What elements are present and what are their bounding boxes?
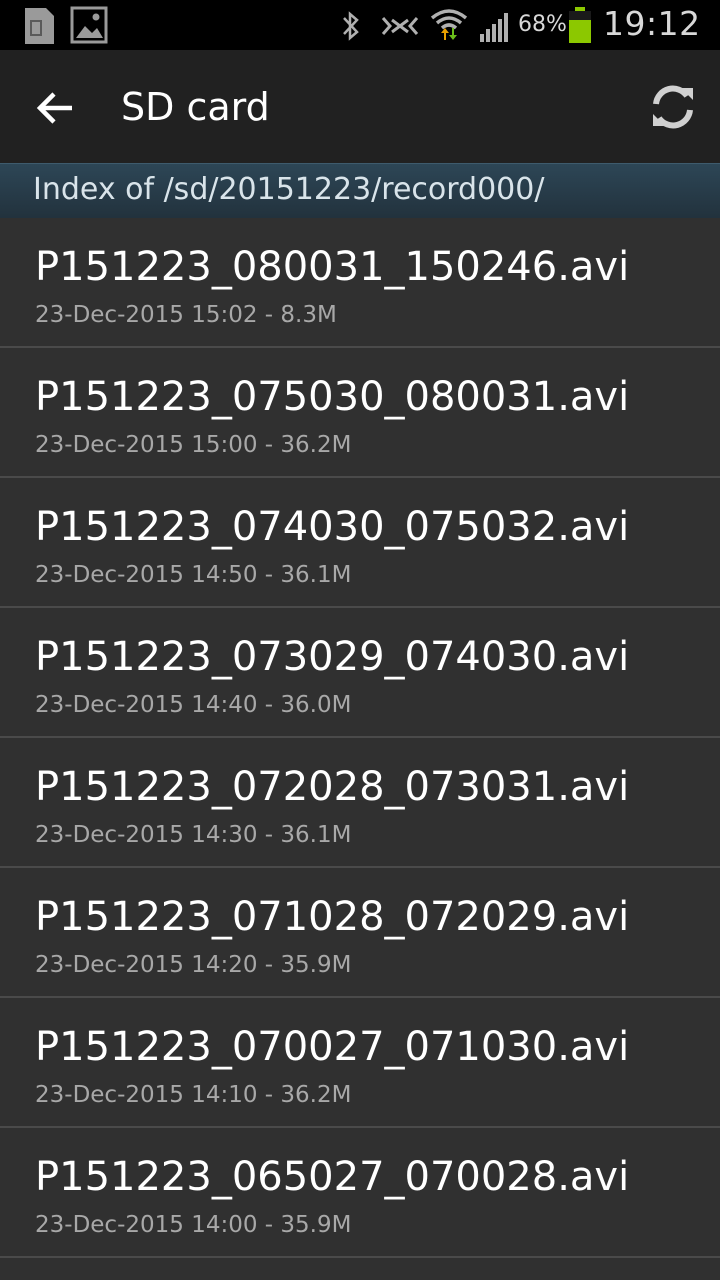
file-meta: 23-Dec-2015 14:30 - 36.1M xyxy=(35,822,352,848)
refresh-button[interactable] xyxy=(636,70,710,144)
file-list-item[interactable]: P151223_071028_072029.avi 23-Dec-2015 14… xyxy=(0,868,720,998)
file-list-item[interactable]: P151223_072028_073031.avi 23-Dec-2015 14… xyxy=(0,738,720,868)
file-list-item[interactable]: P151223_070027_071030.avi 23-Dec-2015 14… xyxy=(0,998,720,1128)
file-meta: 23-Dec-2015 15:00 - 36.2M xyxy=(35,432,352,458)
back-button[interactable] xyxy=(20,72,92,144)
file-meta: 23-Dec-2015 15:02 - 8.3M xyxy=(35,302,337,328)
nfc-icon xyxy=(381,17,419,35)
refresh-icon xyxy=(653,85,693,129)
file-name: P151223_070027_071030.avi xyxy=(35,1024,630,1070)
file-meta: 23-Dec-2015 14:50 - 36.1M xyxy=(35,562,352,588)
file-name: P151223_071028_072029.avi xyxy=(35,894,630,940)
file-name: P151223_080031_150246.avi xyxy=(35,244,630,290)
back-arrow-icon xyxy=(36,92,72,124)
wifi-icon xyxy=(430,9,468,40)
path-text: Index of /sd/20151223/record000/ xyxy=(33,172,545,207)
signal-icon xyxy=(480,13,508,42)
file-name: P151223_074030_075032.avi xyxy=(35,504,630,550)
page-title: SD card xyxy=(121,85,270,129)
action-bar: SD card xyxy=(0,50,720,163)
file-meta: 23-Dec-2015 14:00 - 35.9M xyxy=(35,1212,352,1238)
clock: 19:12 xyxy=(603,4,701,43)
file-list-item[interactable]: P151223_074030_075032.avi 23-Dec-2015 14… xyxy=(0,478,720,608)
battery-icon xyxy=(569,7,591,43)
sim-card-icon xyxy=(25,8,54,44)
file-list: P151223_080031_150246.avi 23-Dec-2015 15… xyxy=(0,218,720,1258)
path-header: Index of /sd/20151223/record000/ xyxy=(0,163,720,218)
file-list-item[interactable]: P151223_080031_150246.avi 23-Dec-2015 15… xyxy=(0,218,720,348)
file-list-item[interactable]: P151223_065027_070028.avi 23-Dec-2015 14… xyxy=(0,1128,720,1258)
file-name: P151223_065027_070028.avi xyxy=(35,1154,630,1200)
file-meta: 23-Dec-2015 14:10 - 36.2M xyxy=(35,1082,352,1108)
file-name: P151223_075030_080031.avi xyxy=(35,374,630,420)
file-meta: 23-Dec-2015 14:20 - 35.9M xyxy=(35,952,352,978)
file-meta: 23-Dec-2015 14:40 - 36.0M xyxy=(35,692,352,718)
file-name: P151223_073029_074030.avi xyxy=(35,634,630,680)
bluetooth-icon xyxy=(343,11,359,41)
file-list-item[interactable]: P151223_075030_080031.avi 23-Dec-2015 15… xyxy=(0,348,720,478)
battery-percent: 68% xyxy=(518,12,567,37)
status-bar: 68% 19:12 xyxy=(0,0,720,50)
file-list-item[interactable]: P151223_073029_074030.avi 23-Dec-2015 14… xyxy=(0,608,720,738)
file-name: P151223_072028_073031.avi xyxy=(35,764,630,810)
image-notification-icon xyxy=(70,6,108,44)
